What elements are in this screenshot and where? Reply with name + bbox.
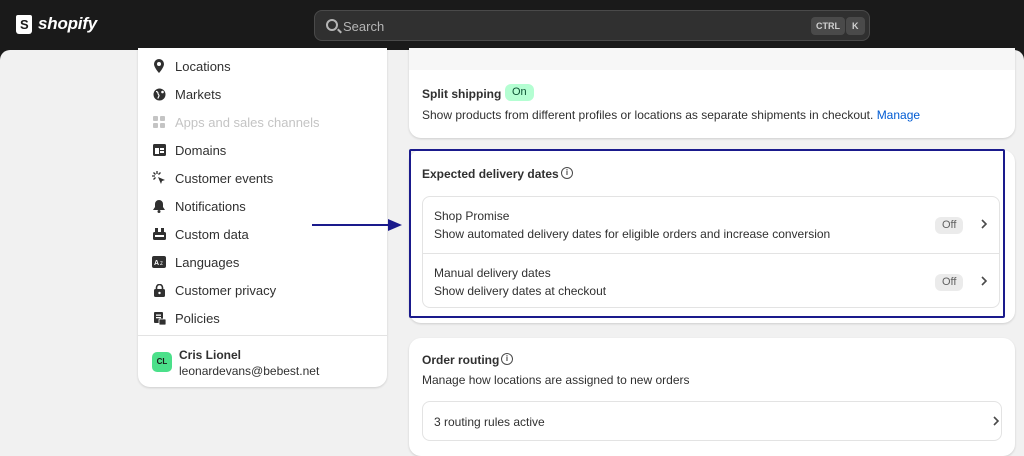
sidebar-item-label: Markets [175,86,222,102]
sidebar-item-customer-events[interactable]: Customer events [138,166,387,190]
brand-name: shopify [38,14,98,33]
card-top-strip [409,48,1015,70]
sidebar-item-label: Customer events [175,170,274,186]
info-icon[interactable]: i [501,353,513,365]
apps-icon [152,115,166,129]
order-routing-description: Manage how locations are assigned to new… [422,373,690,387]
order-routing-card: Order routing i Manage how locations are… [409,338,1015,456]
sidebar-item-markets[interactable]: Markets [138,82,387,106]
chevron-right-icon[interactable] [977,217,991,231]
cursor-click-icon [152,171,166,185]
row-title: Shop Promise [434,209,510,223]
sidebar-item-label: Customer privacy [175,282,277,298]
info-icon[interactable]: i [561,167,573,179]
globe-icon [152,87,166,101]
expected-delivery-card: Expected delivery dates i Shop Promise S… [409,150,1015,323]
domain-icon [152,143,166,157]
search-placeholder: Search [343,19,385,34]
search-bar[interactable]: Search CTRL K [314,10,870,41]
status-badge: Off [935,274,964,291]
chevron-right-icon[interactable] [989,414,1003,428]
row-description: Show automated delivery dates for eligib… [434,227,831,241]
row-description: Show delivery dates at checkout [434,284,607,298]
row-title: Manual delivery dates [434,266,551,280]
shopify-bag-icon [16,14,32,34]
status-badge: Off [935,217,964,234]
lock-icon [152,283,166,297]
sidebar-item-label: Languages [175,254,240,270]
sidebar-item-label: Apps and sales channels [175,114,320,130]
shortcut-ctrl-key: CTRL [811,17,845,35]
split-shipping-description: Show products from different profiles or… [422,108,921,122]
top-bar: shopify Search CTRL K [0,0,1024,50]
search-icon [326,19,338,31]
expected-delivery-title: Expected delivery dates [422,167,559,181]
sidebar-item-locations[interactable]: Locations [138,54,387,78]
sidebar-divider [138,335,387,336]
annotation-arrow-icon [312,219,402,231]
sidebar-item-label: Policies [175,310,220,326]
sidebar-item-label: Locations [175,58,231,74]
user-email: leonardevans@bebest.net [179,364,320,378]
avatar[interactable]: CL [152,352,172,372]
svg-text:A: A [154,260,159,267]
user-name[interactable]: Cris Lionel [179,348,241,362]
routing-rules-label: 3 routing rules active [434,415,545,429]
sidebar-item-label: Custom data [175,226,249,242]
list-item-shop-promise[interactable]: Shop Promise Show automated delivery dat… [423,197,999,253]
split-shipping-title: Split shipping [422,87,502,101]
language-icon: Az [152,255,166,269]
sidebar-item-domains[interactable]: Domains [138,138,387,162]
sidebar-item-label: Notifications [175,198,246,214]
status-badge: On [505,84,534,101]
database-icon [152,227,166,241]
manage-link[interactable]: Manage [877,108,920,122]
svg-text:z: z [160,261,163,267]
policy-icon [152,311,166,325]
sidebar-item-label: Domains [175,142,227,158]
location-pin-icon [152,59,166,73]
routing-rules-row[interactable]: 3 routing rules active [422,401,1002,441]
bell-icon [152,199,166,213]
shortcut-k-key: K [846,17,865,35]
split-shipping-card: Split shipping On Show products from dif… [409,48,1015,138]
sidebar-item-customer-privacy[interactable]: Customer privacy [138,278,387,302]
sidebar-item-notifications[interactable]: Notifications [138,194,387,218]
sidebar-item-policies[interactable]: Policies [138,306,387,330]
list-item-manual-delivery[interactable]: Manual delivery dates Show delivery date… [423,253,999,309]
delivery-options-list: Shop Promise Show automated delivery dat… [422,196,1000,308]
shopify-logo[interactable]: shopify [16,14,97,34]
order-routing-title: Order routing [422,353,500,367]
sidebar-item-languages[interactable]: Az Languages [138,250,387,274]
sidebar-item-apps[interactable]: Apps and sales channels [138,110,387,134]
chevron-right-icon[interactable] [977,274,991,288]
